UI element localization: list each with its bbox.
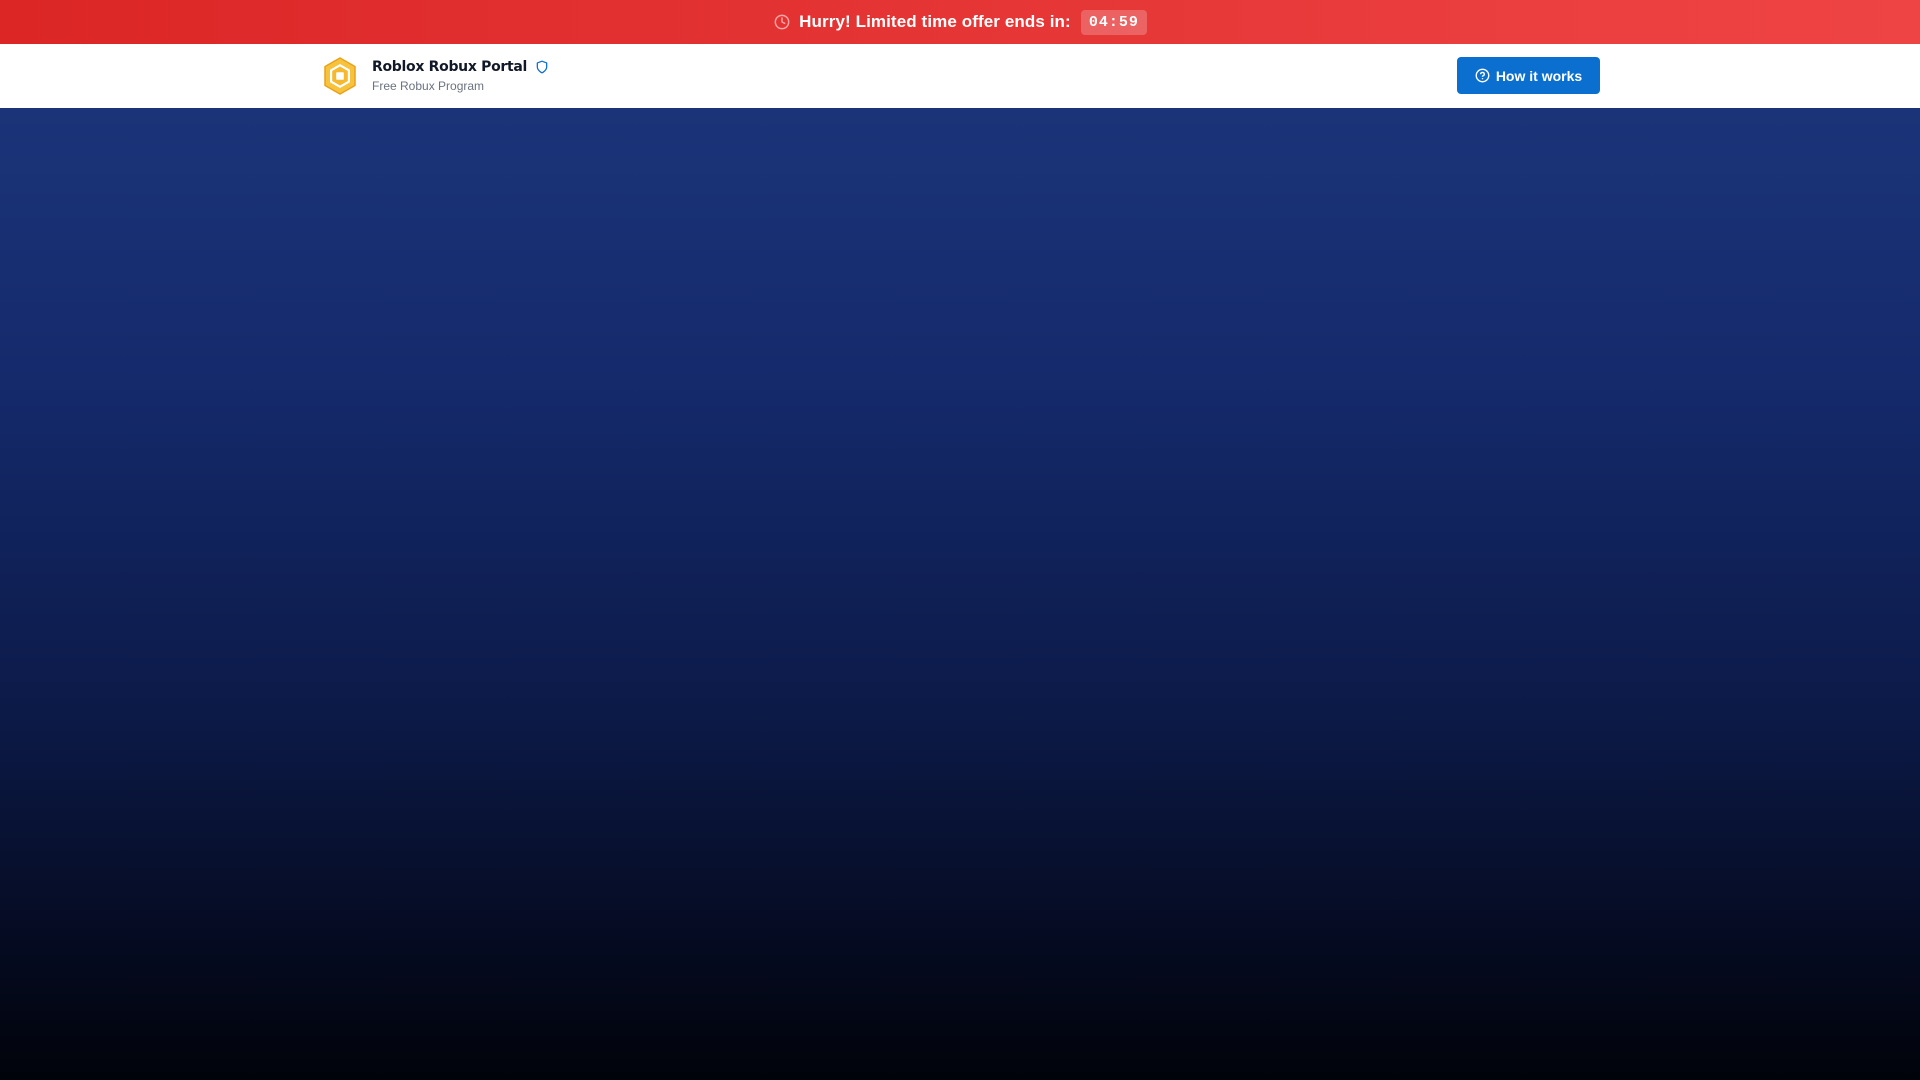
clock-icon — [773, 13, 791, 31]
robux-hexagon-icon — [322, 56, 358, 96]
promo-content: Hurry! Limited time offer ends in: 04:59 — [773, 9, 1147, 35]
brand-title-row: Roblox Robux Portal — [372, 59, 549, 75]
site-header: Roblox Robux Portal Free Robux Program H… — [0, 44, 1920, 109]
promo-text: Hurry! Limited time offer ends in: — [799, 12, 1071, 31]
hero-background — [0, 108, 1920, 1080]
question-circle-icon — [1475, 68, 1490, 83]
how-it-works-label: How it works — [1495, 67, 1583, 84]
promo-banner: Hurry! Limited time offer ends in: 04:59 — [0, 0, 1920, 44]
shield-icon — [535, 59, 549, 75]
countdown-timer: 04:59 — [1080, 9, 1147, 35]
brand[interactable]: Roblox Robux Portal Free Robux Program — [322, 56, 549, 96]
brand-subtitle: Free Robux Program — [372, 79, 485, 93]
how-it-works-button[interactable]: How it works — [1457, 57, 1600, 94]
brand-title: Roblox Robux Portal — [372, 59, 528, 75]
brand-text: Roblox Robux Portal Free Robux Program — [372, 59, 549, 93]
